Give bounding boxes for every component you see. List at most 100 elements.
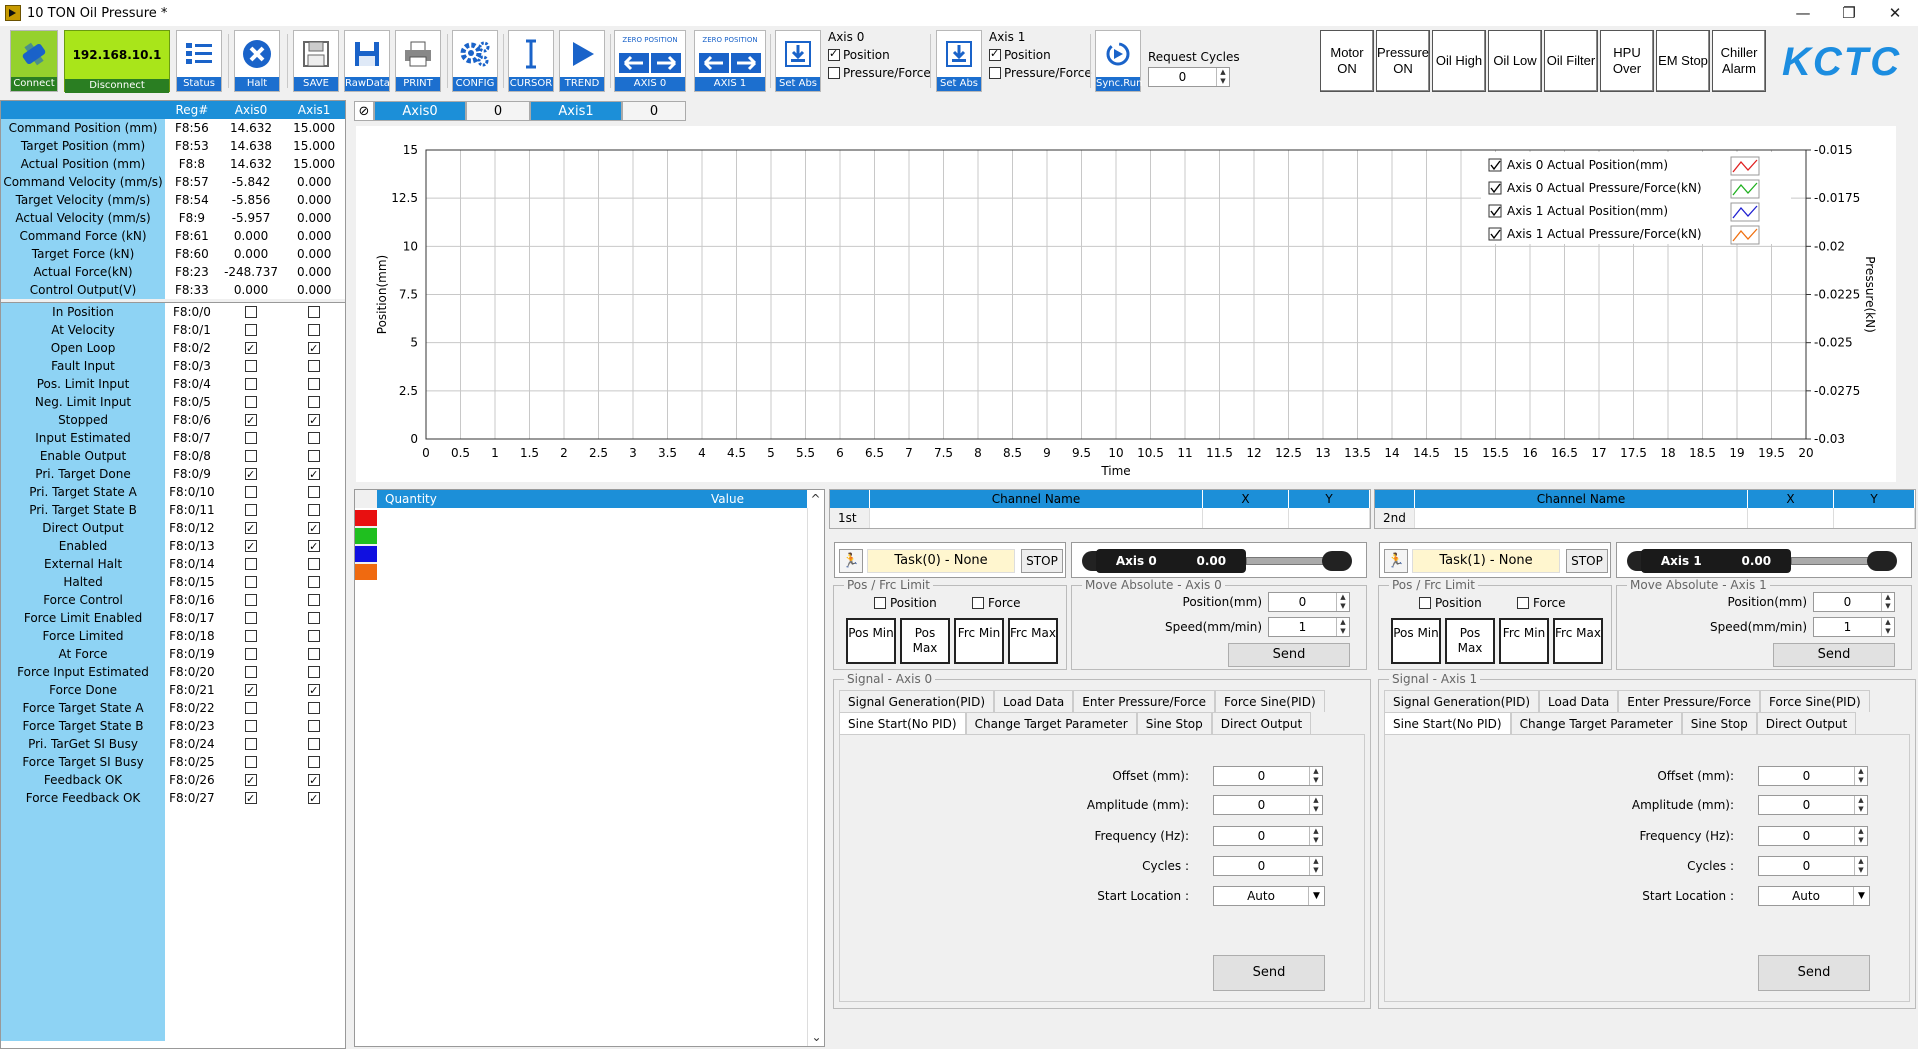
spin-arrows-icon[interactable]: ▲ ▼ [1336, 618, 1349, 636]
axis1-pressure-checkbox[interactable]: Pressure/Force [989, 66, 1092, 80]
close-button[interactable]: ✕ [1872, 0, 1918, 26]
spin-arrows-icon[interactable]: ▲ ▼ [1854, 796, 1867, 814]
axis0-flag-checkbox[interactable] [245, 666, 258, 678]
start-location-select[interactable]: Auto ▼ [1213, 886, 1325, 906]
signal-tab[interactable]: Signal Generation(PID) [839, 690, 994, 712]
signal-send-button[interactable]: Send [1758, 955, 1870, 991]
signal-tab[interactable]: Sine Stop [1136, 712, 1212, 734]
axis1-flag-checkbox[interactable] [308, 504, 321, 516]
spin-arrows-icon[interactable]: ▲ ▼ [1309, 857, 1322, 875]
halt-button[interactable]: Halt [234, 30, 280, 92]
chevron-down-icon[interactable]: ▼ [1853, 887, 1869, 905]
quantity-scrollbar[interactable]: ⌄ [807, 508, 824, 1046]
axis1-flag-checkbox[interactable] [308, 466, 321, 483]
axis1-flag-checkbox[interactable] [308, 378, 321, 390]
axis0-flag-checkbox[interactable] [245, 738, 258, 750]
axis0-flag-checkbox[interactable] [245, 412, 258, 429]
rawdata-button[interactable]: RawData [344, 30, 390, 92]
signal-tab[interactable]: Enter Pressure/Force [1618, 690, 1761, 712]
axis0-pressure-checkbox[interactable]: Pressure/Force [828, 66, 931, 80]
config-button[interactable]: CONFIG [452, 30, 498, 92]
axis0-flag-checkbox[interactable] [245, 504, 258, 516]
spin-arrows-icon[interactable]: ▲ ▼ [1336, 593, 1349, 611]
spin-arrows-icon[interactable]: ▲ ▼ [1309, 827, 1322, 845]
axis1-flag-checkbox[interactable] [308, 324, 321, 336]
limit-button-frc-max[interactable]: Frc Max [1008, 618, 1058, 664]
axis1-flag-checkbox[interactable] [308, 538, 321, 555]
zero-axis0-button[interactable]: ZERO POSITION AXIS 0 [614, 30, 686, 92]
signal-tab[interactable]: Signal Generation(PID) [1384, 690, 1539, 712]
spin-arrows-icon[interactable]: ▲ ▼ [1309, 796, 1322, 814]
axis0-flag-checkbox[interactable] [245, 360, 258, 372]
clear-icon[interactable]: ⊘ [354, 101, 374, 121]
save-button[interactable]: SAVE [293, 30, 339, 92]
axis0-flag-checkbox[interactable] [245, 432, 258, 444]
axis1-flag-checkbox[interactable] [308, 772, 321, 789]
signal-tab[interactable]: Sine Start(No PID) [1384, 712, 1511, 734]
limit-position-checkbox[interactable]: Position [1419, 596, 1482, 610]
axis0-flag-checkbox[interactable] [245, 378, 258, 390]
signal-field-input[interactable]: 0 ▲ ▼ [1213, 795, 1323, 815]
status-btn-oil-filter[interactable]: Oil Filter [1544, 30, 1598, 92]
axis1-flag-checkbox[interactable] [308, 412, 321, 429]
status-btn-oil-low[interactable]: Oil Low [1488, 30, 1542, 92]
move-position-input[interactable]: 0 ▲ ▼ [1813, 592, 1895, 612]
task-stop-button[interactable]: STOP [1021, 549, 1063, 573]
signal-send-button[interactable]: Send [1213, 955, 1325, 991]
scroll-down-icon[interactable]: ⌄ [808, 1030, 825, 1044]
sync-run-button[interactable]: Sync.Run [1095, 30, 1142, 92]
axis0-flag-checkbox[interactable] [245, 558, 258, 570]
signal-field-input[interactable]: 0 ▲ ▼ [1758, 766, 1868, 786]
axis0-flag-checkbox[interactable] [245, 466, 258, 483]
limit-force-checkbox[interactable]: Force [1517, 596, 1565, 610]
signal-tab[interactable]: Sine Stop [1681, 712, 1757, 734]
axis1-flag-checkbox[interactable] [308, 720, 321, 732]
axis1-flag-checkbox[interactable] [308, 630, 321, 642]
axis0-flag-checkbox[interactable] [245, 772, 258, 789]
spin-arrows-icon[interactable]: ▲ ▼ [1309, 767, 1322, 785]
axis0-flag-checkbox[interactable] [245, 538, 258, 555]
trend-chart[interactable]: 0 0.5 1 1.5 2 2.5 3 3.5 4 4.5 5 5.5 6 6.5 7 7.5 8 8.5 9 9.5… [356, 126, 1896, 482]
axis1-flag-checkbox[interactable] [308, 666, 321, 678]
signal-tab[interactable]: Force Sine(PID) [1215, 690, 1325, 712]
limit-button-frc-min[interactable]: Frc Min [1499, 618, 1549, 664]
spin-arrows-icon[interactable]: ▲ ▼ [1854, 767, 1867, 785]
scroll-up-icon[interactable]: ^ [807, 490, 824, 508]
limit-button-frc-max[interactable]: Frc Max [1553, 618, 1603, 664]
cursor-button[interactable]: CURSOR [508, 30, 554, 92]
print-button[interactable]: PRINT [395, 30, 441, 92]
axis0-flag-checkbox[interactable] [245, 324, 258, 336]
axis0-flag-checkbox[interactable] [245, 702, 258, 714]
axis1-flag-checkbox[interactable] [308, 612, 321, 624]
signal-field-input[interactable]: 0 ▲ ▼ [1758, 826, 1868, 846]
signal-tab[interactable]: Direct Output [1756, 712, 1857, 734]
axis1-flag-checkbox[interactable] [308, 450, 321, 462]
tab-axis0[interactable]: Axis0 [374, 101, 466, 121]
axis0-flag-checkbox[interactable] [245, 486, 258, 498]
axis0-flag-checkbox[interactable] [245, 756, 258, 768]
axis1-position-checkbox[interactable]: Position [989, 47, 1092, 62]
spin-arrows-icon[interactable]: ▲ ▼ [1881, 593, 1894, 611]
request-cycles-input[interactable]: 0 ▲ ▼ [1148, 67, 1230, 87]
signal-tab[interactable]: Change Target Parameter [1510, 712, 1682, 734]
limit-button-pos-min[interactable]: Pos Min [846, 618, 896, 664]
signal-tab[interactable]: Change Target Parameter [965, 712, 1137, 734]
axis0-flag-checkbox[interactable] [245, 630, 258, 642]
signal-field-input[interactable]: 0 ▲ ▼ [1758, 856, 1868, 876]
axis1-flag-checkbox[interactable] [308, 756, 321, 768]
axis1-flag-checkbox[interactable] [308, 702, 321, 714]
limit-button-pos-max[interactable]: Pos Max [900, 618, 950, 664]
axis1-flag-checkbox[interactable] [308, 306, 321, 318]
spin-arrows-icon[interactable]: ▲ ▼ [1881, 618, 1894, 636]
axis0-flag-checkbox[interactable] [245, 396, 258, 408]
axis1-flag-checkbox[interactable] [308, 648, 321, 660]
signal-field-input[interactable]: 0 ▲ ▼ [1213, 856, 1323, 876]
restore-button[interactable]: ❐ [1826, 0, 1872, 26]
axis1-flag-checkbox[interactable] [308, 576, 321, 588]
status-btn-chiller-alarm[interactable]: Chiller Alarm [1712, 30, 1766, 92]
limit-button-pos-max[interactable]: Pos Max [1445, 618, 1495, 664]
axis1-flag-checkbox[interactable] [308, 396, 321, 408]
task-stop-button[interactable]: STOP [1566, 549, 1608, 573]
limit-position-checkbox[interactable]: Position [874, 596, 937, 610]
axis0-flag-checkbox[interactable] [245, 576, 258, 588]
